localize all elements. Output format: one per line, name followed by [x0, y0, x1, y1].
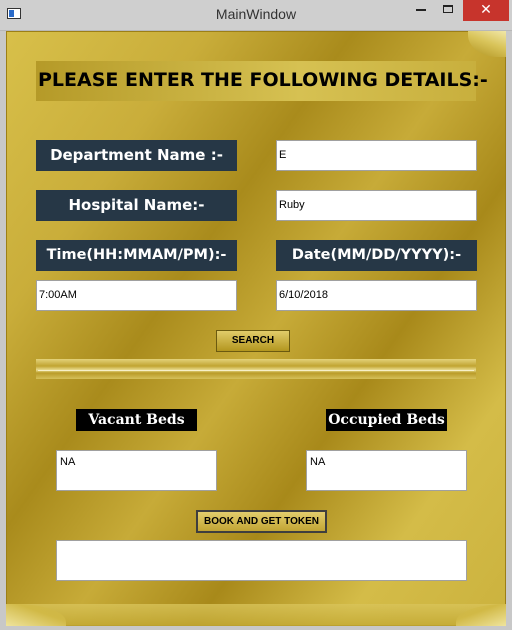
search-button[interactable]: SEARCH [216, 330, 290, 352]
close-icon: ✕ [480, 2, 492, 18]
maximize-icon [443, 5, 453, 13]
page-curl-decoration [468, 31, 506, 57]
book-token-button[interactable]: BOOK AND GET TOKEN [196, 510, 327, 533]
date-input[interactable]: 6/10/2018 [276, 280, 477, 311]
bottom-strip-decoration [6, 604, 506, 626]
form-heading: PLEASE ENTER THE FOLLOWING DETAILS:- [38, 69, 488, 91]
hospital-label: Hospital Name:- [36, 190, 237, 221]
minimize-button[interactable] [408, 0, 434, 21]
heading-banner: PLEASE ENTER THE FOLLOWING DETAILS:- [36, 61, 488, 101]
token-output-field[interactable] [56, 540, 467, 581]
occupied-beds-field[interactable]: NA [306, 450, 467, 491]
date-label: Date(MM/DD/YYYY):- [276, 240, 477, 271]
vacant-beds-field[interactable]: NA [56, 450, 217, 491]
divider-highlight [38, 370, 474, 371]
title-bar[interactable]: MainWindow ✕ [0, 0, 512, 31]
section-divider [36, 359, 476, 379]
minimize-icon [416, 9, 426, 11]
department-input[interactable]: E [276, 140, 477, 171]
main-window: MainWindow ✕ PLEASE ENTER THE FOLLOWING … [0, 0, 512, 630]
occupied-beds-label: Occupied Beds [326, 409, 447, 431]
hospital-input[interactable]: Ruby [276, 190, 477, 221]
department-label: Department Name :- [36, 140, 237, 171]
maximize-button[interactable] [435, 0, 461, 21]
close-button[interactable]: ✕ [463, 0, 509, 21]
vacant-beds-label: Vacant Beds [76, 409, 197, 431]
time-input[interactable]: 7:00AM [36, 280, 237, 311]
details-panel: PLEASE ENTER THE FOLLOWING DETAILS:- Dep… [6, 31, 506, 626]
time-label: Time(HH:MMAM/PM):- [36, 240, 237, 271]
